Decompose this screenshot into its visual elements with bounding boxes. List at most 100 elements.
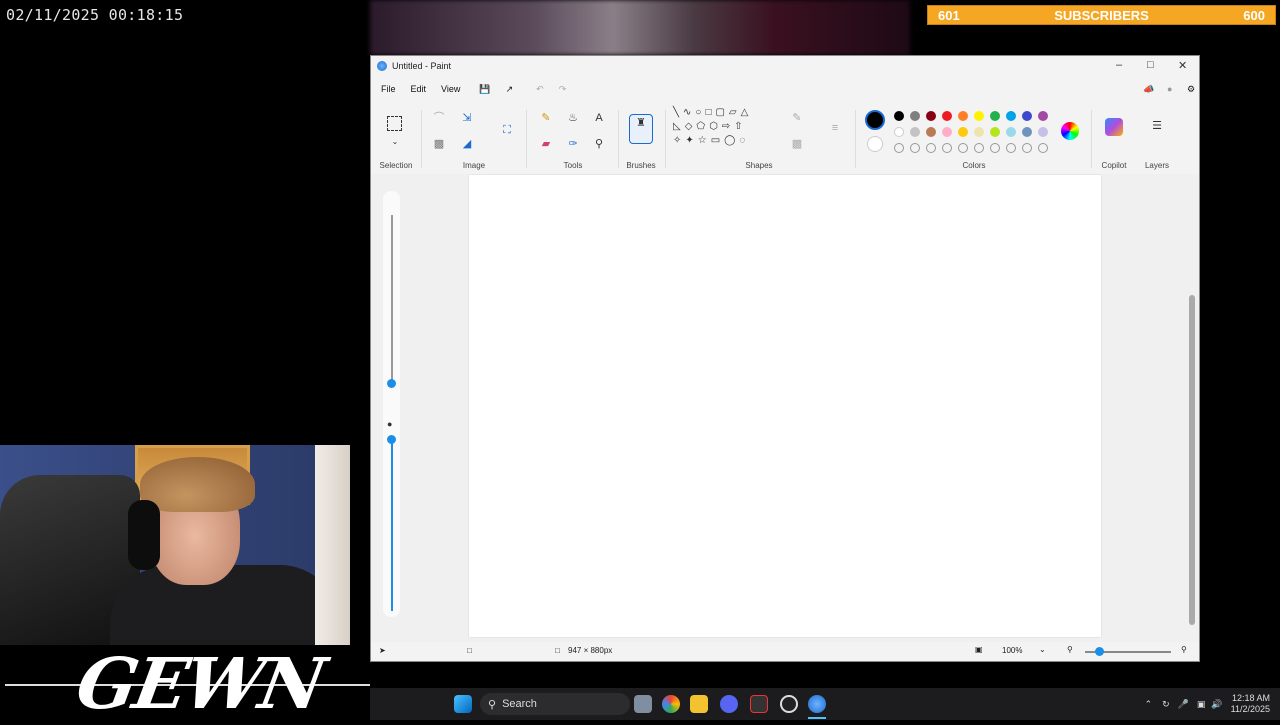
eraser-icon[interactable]: ▰ (538, 136, 554, 152)
palette-color-swatch[interactable] (942, 111, 952, 121)
palette-color-swatch[interactable] (974, 111, 984, 121)
microphone-icon[interactable]: 🎤 (1178, 699, 1189, 710)
custom-color-swatch[interactable] (974, 143, 984, 153)
title-bar[interactable]: Untitled - Paint – □ ✕ (371, 56, 1199, 76)
palette-color-swatch[interactable] (926, 127, 936, 137)
palette-color-swatch[interactable] (1022, 127, 1032, 137)
custom-color-swatch[interactable] (910, 143, 920, 153)
palette-color-swatch[interactable] (990, 111, 1000, 121)
custom-color-swatch[interactable] (942, 143, 952, 153)
opacity-slider-track[interactable] (391, 439, 393, 611)
image-select-icon[interactable]: ⛶ (499, 122, 515, 138)
obs-icon[interactable] (750, 695, 768, 713)
palette-color-swatch[interactable] (958, 111, 968, 121)
fit-to-window-icon[interactable]: ▣ (975, 645, 983, 654)
palette-color-swatch[interactable] (990, 127, 1000, 137)
ribbon-divider (665, 110, 666, 168)
undo-icon[interactable]: ↶ (536, 84, 544, 95)
layers-icon[interactable]: ☰ (1149, 118, 1165, 134)
taskbar-search-box[interactable]: ⚲ Search (480, 693, 630, 715)
shapes-gallery[interactable]: ╲∿○□▢▱△ ◺◇⬠⬡⇨⇧ ✧✦☆▭◯◌ (673, 106, 773, 152)
paint-app-icon (377, 61, 387, 71)
menu-file[interactable]: File (381, 84, 396, 94)
primary-color-swatch[interactable] (865, 110, 885, 130)
vertical-scrollbar[interactable] (1189, 295, 1195, 625)
menu-bar: File Edit View 💾 ↗ ↶ ↷ 📣 ● ⚙ (371, 78, 1199, 100)
stream-clock: 02/11/2025 00:18:15 (6, 6, 184, 24)
palette-color-swatch[interactable] (910, 127, 920, 137)
remove-background-icon[interactable]: ▩ (431, 136, 447, 152)
size-slider-thumb[interactable] (387, 379, 396, 388)
shape-size-icon[interactable]: ≡ (827, 120, 843, 136)
custom-color-swatch[interactable] (1038, 143, 1048, 153)
menu-edit[interactable]: Edit (411, 84, 427, 94)
announcement-icon[interactable]: 📣 (1143, 84, 1154, 95)
rotate-icon[interactable]: ◢ (459, 136, 475, 152)
palette-color-swatch[interactable] (1022, 111, 1032, 121)
zoom-in-icon[interactable]: ⚲ (1181, 645, 1187, 654)
file-explorer-icon[interactable] (690, 695, 708, 713)
settings-gear-icon[interactable]: ⚙ (1187, 84, 1195, 95)
close-button[interactable]: ✕ (1178, 59, 1187, 72)
brush-icon[interactable]: ♜ (629, 114, 653, 144)
custom-color-swatch[interactable] (926, 143, 936, 153)
custom-color-swatch[interactable] (1006, 143, 1016, 153)
start-windows-icon[interactable] (454, 695, 472, 713)
shape-fill-icon[interactable]: ▩ (789, 136, 805, 152)
volume-icon[interactable]: 🔊 (1211, 699, 1222, 710)
palette-color-swatch[interactable] (1038, 111, 1048, 121)
custom-color-swatch[interactable] (990, 143, 1000, 153)
size-slider-track[interactable] (391, 215, 393, 383)
palette-color-swatch[interactable] (974, 127, 984, 137)
save-icon[interactable]: 💾 (479, 84, 490, 95)
maximize-button[interactable]: □ (1147, 59, 1154, 71)
drawing-canvas[interactable] (469, 175, 1101, 637)
secondary-color-swatch[interactable] (867, 136, 883, 152)
palette-color-swatch[interactable] (958, 127, 968, 137)
palette-color-swatch[interactable] (942, 127, 952, 137)
zoom-out-icon[interactable]: ⚲ (1067, 645, 1073, 654)
chrome-icon[interactable] (662, 695, 680, 713)
fill-bucket-icon[interactable]: ♨ (565, 110, 581, 126)
custom-color-swatch[interactable] (958, 143, 968, 153)
copilot-icon[interactable] (1105, 118, 1123, 136)
menu-view[interactable]: View (441, 84, 460, 94)
network-icon[interactable]: ▣ (1197, 699, 1206, 710)
palette-color-swatch[interactable] (926, 111, 936, 121)
opacity-slider-thumb[interactable] (387, 435, 396, 444)
palette-color-swatch[interactable] (894, 111, 904, 121)
redo-icon[interactable]: ↷ (559, 84, 567, 95)
selection-chevron-down-icon[interactable]: ⌄ (387, 134, 403, 150)
shape-outline-icon[interactable]: ✎ (789, 110, 805, 126)
clock-app-icon[interactable] (780, 695, 798, 713)
tray-sync-icon[interactable]: ↻ (1162, 699, 1170, 710)
ribbon-divider (855, 110, 856, 168)
tray-clock[interactable]: 12:18 AM 11/2/2025 (1231, 693, 1270, 715)
edit-colors-wheel-icon[interactable] (1061, 122, 1079, 140)
task-view-icon[interactable] (634, 695, 652, 713)
resize-icon[interactable]: ⇲ (459, 110, 475, 126)
share-icon[interactable]: ↗ (506, 84, 514, 95)
zoom-slider-thumb[interactable] (1095, 647, 1104, 656)
pencil-icon[interactable]: ✎ (538, 110, 554, 126)
palette-color-swatch[interactable] (1006, 127, 1016, 137)
discord-icon[interactable] (720, 695, 738, 713)
color-picker-icon[interactable]: ✑ (565, 136, 581, 152)
ribbon-divider (526, 110, 527, 168)
account-icon[interactable]: ● (1167, 84, 1172, 94)
zoom-dropdown-chevron-icon[interactable]: ⌄ (1039, 645, 1046, 654)
text-icon[interactable]: A (591, 110, 607, 126)
palette-color-swatch[interactable] (910, 111, 920, 121)
magnifier-icon[interactable]: ⚲ (591, 136, 607, 152)
crop-icon[interactable]: ⌒ (431, 110, 447, 126)
paint-taskbar-icon[interactable] (808, 695, 826, 713)
minimize-button[interactable]: – (1116, 59, 1122, 71)
custom-color-swatch[interactable] (894, 143, 904, 153)
custom-color-swatch[interactable] (1022, 143, 1032, 153)
zoom-level[interactable]: 100% (1002, 646, 1022, 655)
palette-color-swatch[interactable] (1038, 127, 1048, 137)
palette-color-swatch[interactable] (894, 127, 904, 137)
palette-color-swatch[interactable] (1006, 111, 1016, 121)
selection-rect-icon[interactable] (387, 116, 402, 131)
tray-overflow-chevron-icon[interactable]: ⌃ (1145, 699, 1153, 710)
